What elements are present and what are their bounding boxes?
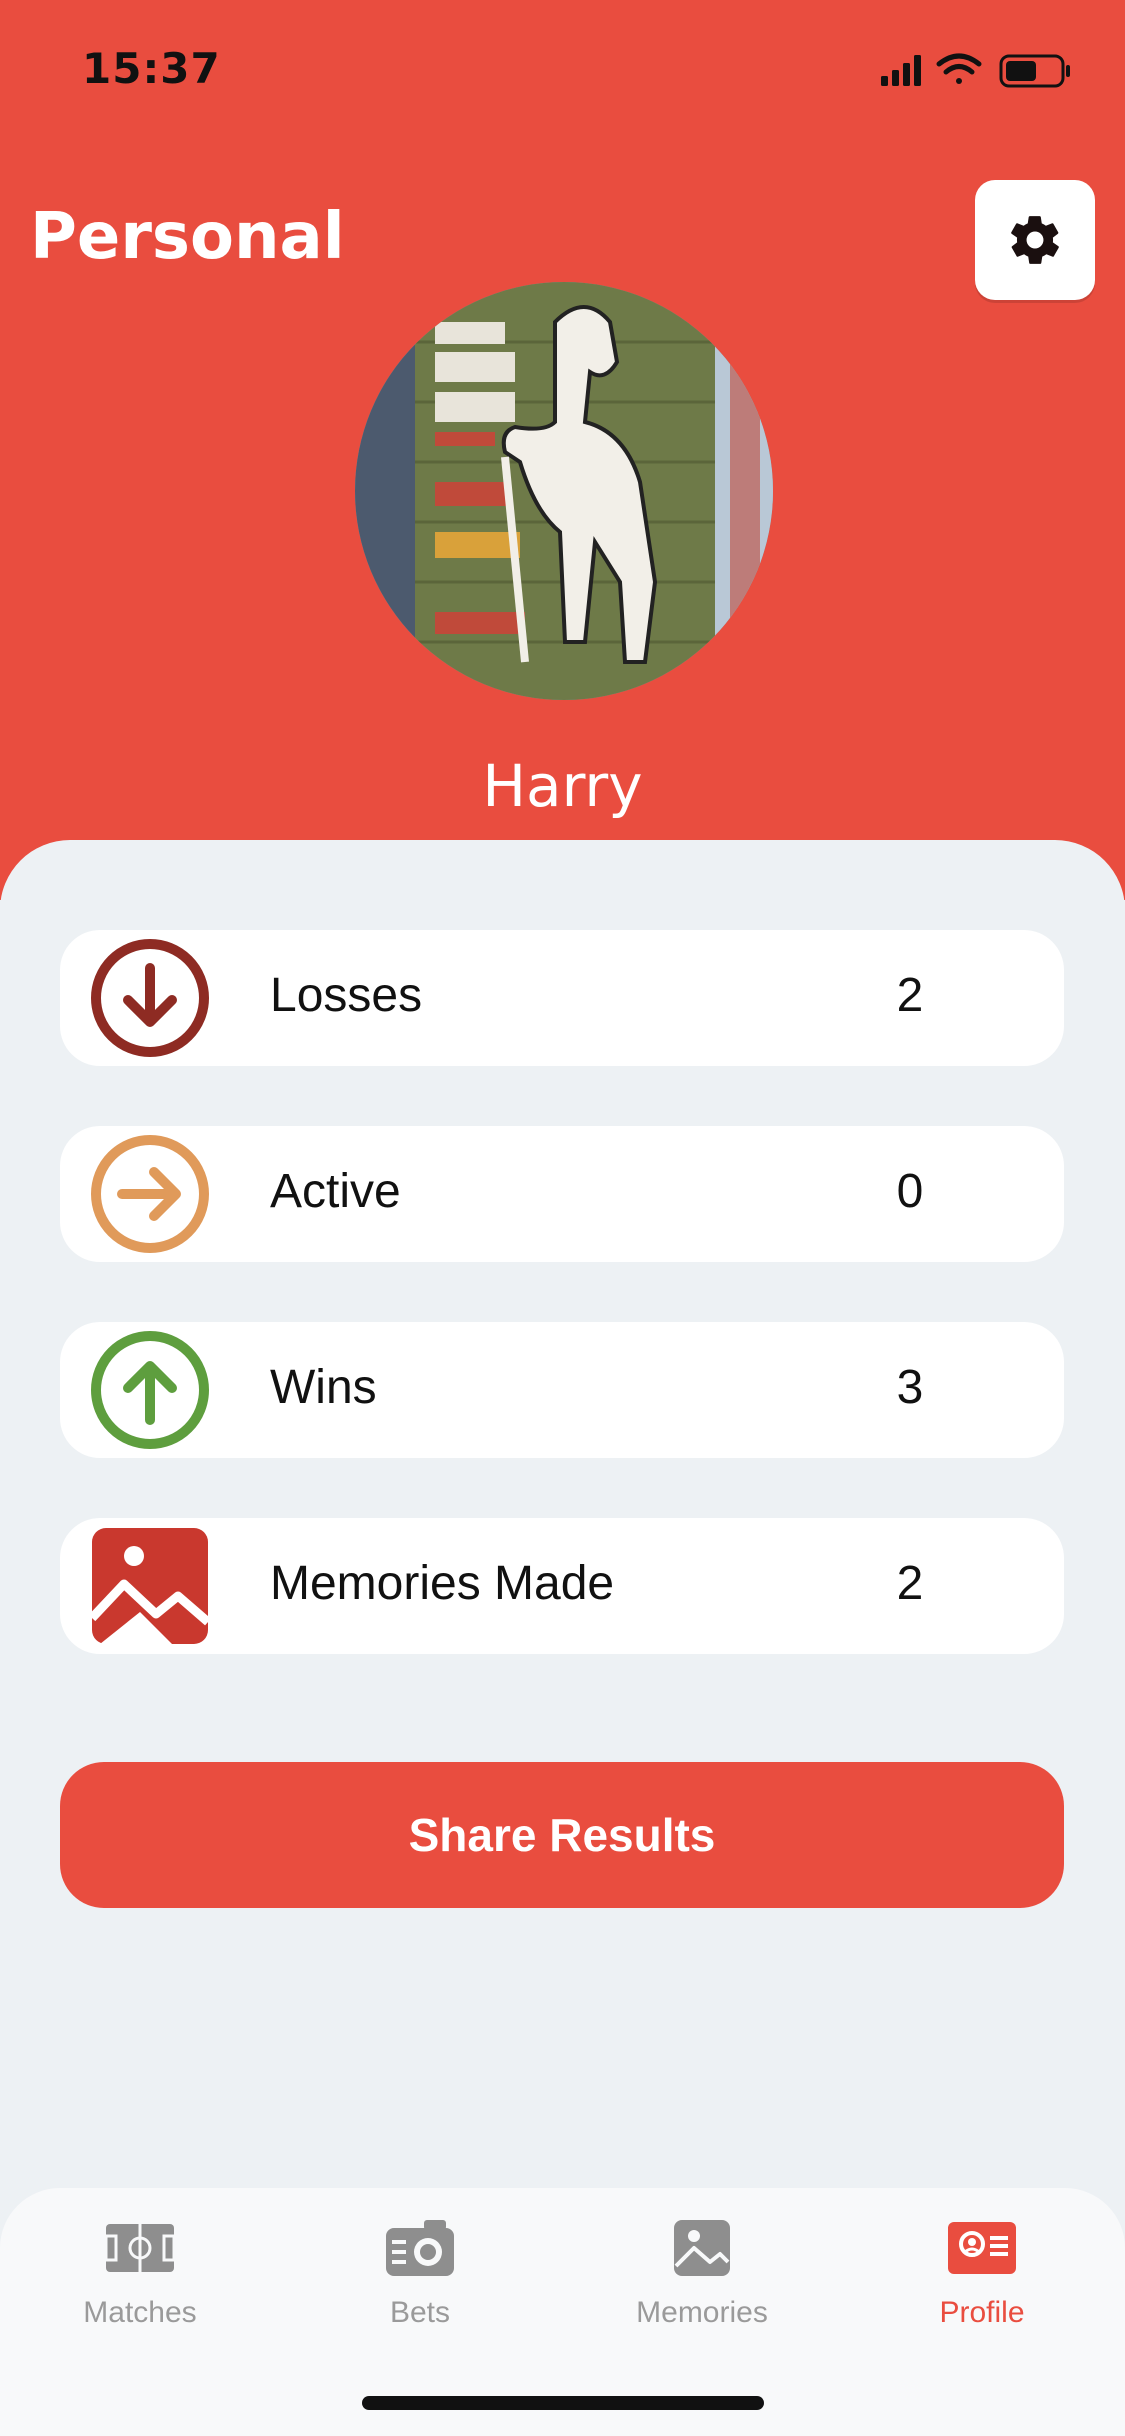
stat-label: Losses xyxy=(270,969,423,1022)
ticket-icon xyxy=(386,2220,454,2276)
stat-label: Wins xyxy=(270,1361,377,1414)
tab-label: Bets xyxy=(389,2296,451,2329)
avatar[interactable] xyxy=(355,282,773,700)
stat-row-losses[interactable]: Losses 2 xyxy=(60,930,1064,1066)
stat-value: 0 xyxy=(896,1165,924,1218)
settings-button[interactable] xyxy=(975,180,1095,300)
tab-memories[interactable]: Memories xyxy=(602,2218,802,2348)
battery-icon xyxy=(999,54,1070,88)
stat-row-active[interactable]: Active 0 xyxy=(60,1126,1064,1262)
stat-row-wins[interactable]: Wins 3 xyxy=(60,1322,1064,1458)
image-icon xyxy=(90,1528,210,1644)
stat-label: Active xyxy=(270,1165,401,1218)
tab-label: Profile xyxy=(939,2296,1025,2329)
arrow-right-circle-icon xyxy=(91,1135,209,1253)
wifi-icon xyxy=(936,53,982,84)
tab-profile[interactable]: Profile xyxy=(882,2218,1082,2348)
stat-value: 2 xyxy=(896,1557,924,1610)
share-results-button[interactable]: Share Results xyxy=(60,1762,1064,1908)
arrow-down-circle-icon xyxy=(91,939,209,1057)
avatar-image xyxy=(355,282,773,700)
cellular-signal-icon xyxy=(881,55,921,86)
status-time: 15:37 xyxy=(82,44,221,93)
home-indicator[interactable] xyxy=(362,2396,764,2410)
arrow-up-circle-icon xyxy=(91,1331,209,1449)
profile-header: 15:37 Personal Harry xyxy=(0,0,1125,900)
user-name: Harry xyxy=(482,752,643,820)
tab-label: Matches xyxy=(83,2296,197,2329)
image-icon xyxy=(674,2220,730,2276)
status-icons xyxy=(881,53,1070,88)
gear-icon xyxy=(1011,216,1059,264)
tab-label: Memories xyxy=(636,2296,768,2329)
profile-card-icon xyxy=(948,2222,1016,2274)
page-title: Personal xyxy=(30,200,345,274)
tab-matches[interactable]: Matches xyxy=(40,2218,240,2348)
tab-bets[interactable]: Bets xyxy=(320,2218,520,2348)
stat-label: Memories Made xyxy=(270,1557,615,1610)
stat-value: 2 xyxy=(896,969,924,1022)
stat-row-memories[interactable]: Memories Made 2 xyxy=(60,1518,1064,1654)
stat-value: 3 xyxy=(896,1361,924,1414)
field-icon xyxy=(104,2224,176,2272)
